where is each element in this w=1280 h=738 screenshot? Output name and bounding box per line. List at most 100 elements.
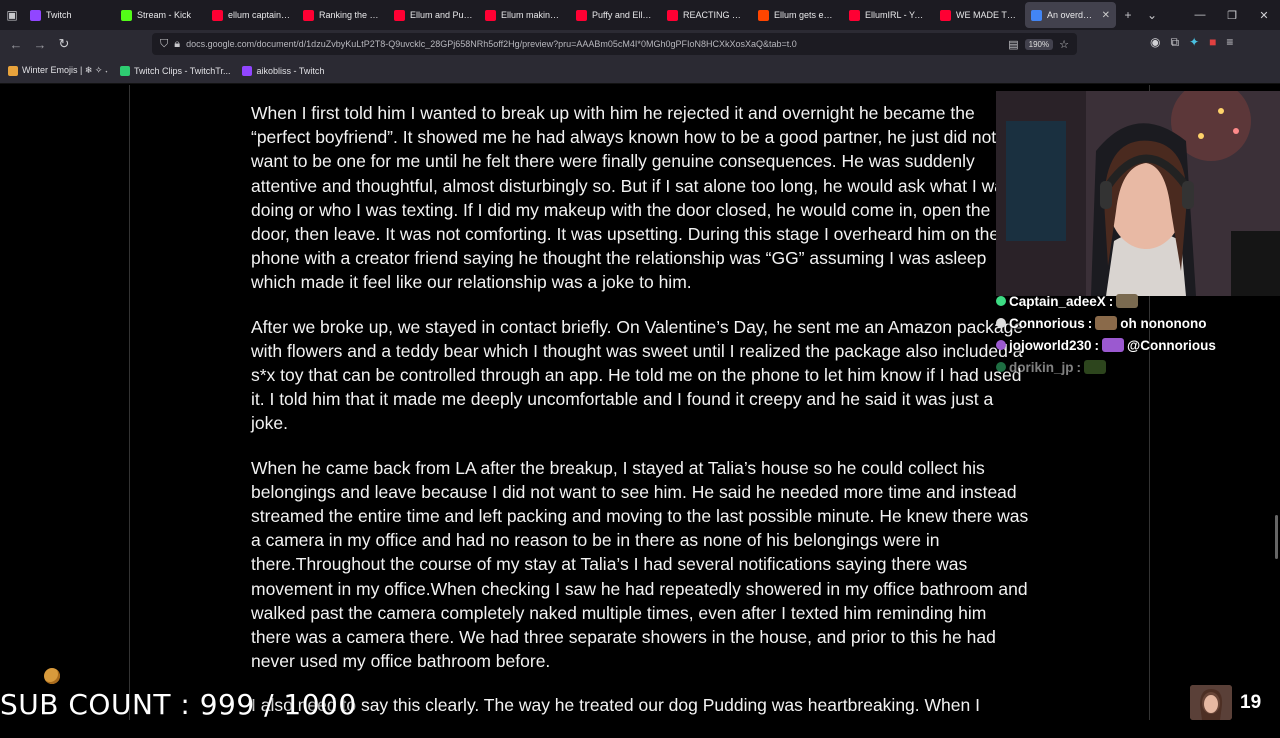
navigation-bar: ← → ↻ ⛉ 🔒︎ docs.google.com/document/d/1d… [0, 30, 1280, 58]
tab-label: Puffy and Ellum a [592, 10, 655, 20]
tab-label: Stream - Kick [137, 10, 192, 20]
menu-icon[interactable]: ≡ [1226, 35, 1233, 50]
bookmark-label: Winter Emojis | ❄ ✧ ˖ [22, 65, 108, 75]
tab-label: An overdue ex [1047, 10, 1097, 20]
close-window-icon[interactable]: ✕ [1248, 9, 1280, 22]
chat-separator: : [1094, 337, 1100, 353]
chat-username: jojoworld230 [1009, 337, 1092, 353]
shield-icon[interactable]: ⛉ [160, 38, 168, 51]
window-controls: — ❐ ✕ [1184, 9, 1280, 22]
chat-badge-icon [996, 362, 1006, 372]
new-tab-icon[interactable]: + [1116, 0, 1140, 30]
chat-message: Captain_adeeX: [996, 290, 1280, 312]
tab-list-icon[interactable]: ▣ [0, 0, 24, 30]
bookmark-item[interactable]: aikobliss - Twitch [242, 65, 325, 76]
chat-emote-icon [1084, 360, 1107, 374]
reload-icon[interactable]: ↻ [52, 36, 76, 52]
zoom-level[interactable]: 190% [1024, 38, 1054, 50]
browser-tab[interactable]: WE MADE THE W [934, 2, 1025, 28]
reader-view-icon[interactable]: ▤ [1008, 38, 1018, 51]
tab-label: WE MADE THE W [956, 10, 1019, 20]
browser-tab[interactable]: EllumIRL - YouTu [843, 2, 934, 28]
restore-icon[interactable]: ❐ [1216, 9, 1248, 22]
chat-badge-icon [996, 340, 1006, 350]
extension-red-icon[interactable]: ■ [1209, 35, 1216, 50]
bookmark-label: aikobliss - Twitch [256, 65, 325, 76]
minimize-icon[interactable]: — [1184, 9, 1216, 22]
viewer-count: 19 [1240, 691, 1262, 713]
chat-username: Captain_adeeX [1009, 293, 1106, 309]
browser-tab[interactable]: Stream - Kick [115, 2, 206, 28]
chat-username: dorikin_jp [1009, 359, 1074, 375]
tab-label: Ellum and Puffy r [410, 10, 473, 20]
tab-favicon-icon [394, 9, 405, 21]
webcam-feed [996, 91, 1280, 296]
chat-text: oh nononono [1120, 315, 1207, 331]
viewer-avatar [1190, 685, 1232, 720]
browser-tab[interactable]: ellum captainpuff [206, 2, 297, 28]
chat-message: jojoworld230: @Connorious [996, 334, 1280, 356]
bookmark-item[interactable]: Winter Emojis | ❄ ✧ ˖ [8, 65, 108, 76]
account-icon[interactable]: ◉ [1150, 35, 1160, 50]
browser-tab[interactable]: Ellum and Puffy r [388, 2, 479, 28]
chat-text: @Connorious [1127, 337, 1216, 353]
chat-emote-icon [1095, 316, 1118, 330]
back-icon[interactable]: ← [4, 37, 28, 52]
url-text[interactable]: docs.google.com/document/d/1dzuZvbyKuLtP… [186, 39, 1002, 49]
tab-label: Ranking the best [319, 10, 382, 20]
sub-count-overlay: SUB COUNT : 999 / 1000 [0, 688, 357, 721]
extensions-icon[interactable]: ⧉ [1170, 35, 1179, 50]
tab-favicon-icon [940, 9, 951, 21]
paragraph: When I first told him I wanted to break … [251, 103, 1013, 293]
viewer-widget: 19 [1190, 685, 1261, 720]
bookmark-star-icon[interactable]: ☆ [1059, 38, 1069, 51]
browser-tab[interactable]: Ranking the best [297, 2, 388, 28]
scrollbar-thumb[interactable] [1275, 515, 1278, 559]
avatar-image [1190, 685, 1232, 720]
paragraph: After we broke up, we stayed in contact … [251, 316, 1024, 434]
webcam-image [996, 91, 1280, 296]
tab-favicon-icon [849, 9, 860, 21]
tab-label: Ellum making cha [501, 10, 564, 20]
tab-label: EllumIRL - YouTu [865, 10, 928, 20]
browser-tab[interactable]: Twitch [24, 2, 115, 28]
bookmark-favicon-icon [119, 65, 130, 76]
toolbar-icons: ◉ ⧉ ✦ ■ ≡ [1150, 35, 1233, 50]
bookmark-item[interactable]: Twitch Clips - TwitchTr... [119, 65, 231, 76]
tab-label: Twitch [46, 10, 72, 20]
document-body: When I first told him I wanted to break … [251, 101, 1031, 738]
tab-favicon-icon [212, 9, 223, 21]
tab-favicon-icon [30, 9, 41, 21]
chat-separator: : [1087, 315, 1093, 331]
browser-tab[interactable]: An overdue ex ✕ [1025, 2, 1116, 28]
chat-overlay: Captain_adeeX: Connorious: oh nononono jojo… [996, 290, 1280, 378]
lock-icon[interactable]: 🔒︎ [174, 38, 180, 51]
address-bar[interactable]: ⛉ 🔒︎ docs.google.com/document/d/1dzuZvby… [152, 33, 1077, 55]
forward-icon[interactable]: → [28, 37, 52, 52]
browser-tab[interactable]: Puffy and Ellum a [570, 2, 661, 28]
cookie-icon [44, 668, 60, 684]
tab-label: ellum captainpuff [228, 10, 291, 20]
chat-badge-icon [996, 318, 1006, 328]
tab-favicon-icon [303, 9, 314, 21]
tab-favicon-icon [758, 9, 769, 21]
paragraph: I also need to say this clearly. The way… [251, 695, 980, 716]
tab-favicon-icon [667, 9, 678, 21]
tab-favicon-icon [1031, 9, 1042, 21]
browser-tab[interactable]: Ellum making cha [479, 2, 570, 28]
chat-emote-icon [1116, 294, 1139, 308]
tab-bar: ▣ Twitch Stream - Kick ellum captainpuff Ra… [0, 0, 1280, 30]
chat-separator: : [1108, 293, 1114, 309]
chat-message: Connorious: oh nononono [996, 312, 1280, 334]
extension-twitch-icon[interactable]: ✦ [1189, 35, 1199, 50]
bookmark-favicon-icon [8, 65, 18, 76]
tab-overflow-icon[interactable]: ⌄ [1140, 0, 1164, 30]
browser-tab[interactable]: REACTING TO SI [661, 2, 752, 28]
close-tab-icon[interactable]: ✕ [1102, 10, 1110, 21]
browser-tab[interactable]: Ellum gets expos [752, 2, 843, 28]
bookmark-label: Twitch Clips - TwitchTr... [133, 65, 231, 76]
tab-favicon-icon [121, 9, 132, 21]
tab-label: Ellum gets expos [774, 10, 837, 20]
tab-label: REACTING TO SI [683, 10, 746, 20]
paragraph: When he came back from LA after the brea… [251, 457, 1029, 672]
